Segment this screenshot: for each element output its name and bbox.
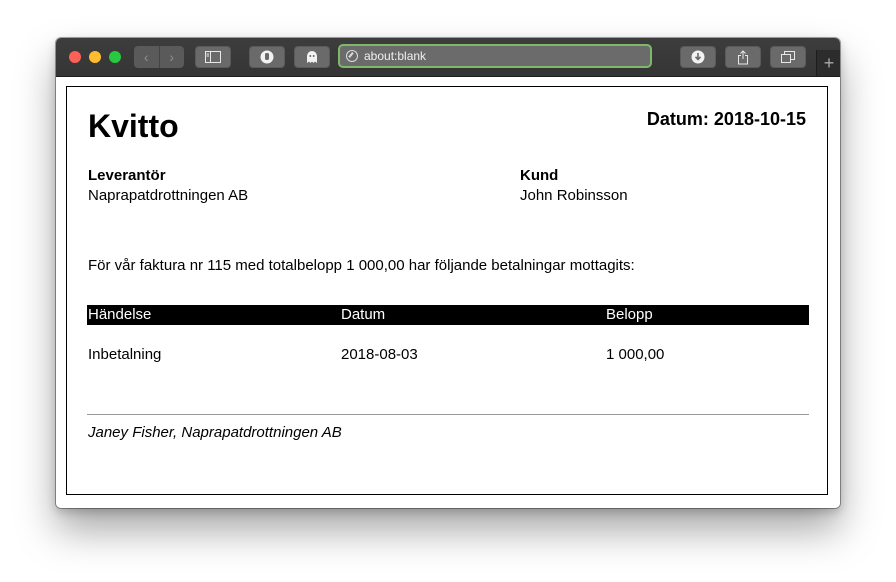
intro-text: För vår faktura nr 115 med totalbelopp 1… (88, 257, 635, 274)
signature-divider (87, 414, 809, 415)
privacy-extension-button[interactable] (249, 46, 285, 68)
ghost-icon (307, 51, 317, 63)
customer-name: John Robinsson (520, 187, 628, 204)
tabs-icon (781, 51, 795, 63)
history-nav: ‹ › (134, 46, 184, 68)
shield-hand-icon (260, 50, 274, 64)
receipt-title: Kvitto (88, 108, 179, 144)
share-icon (738, 49, 748, 64)
cell-amount: 1 000,00 (606, 346, 665, 363)
column-header-date: Datum (341, 306, 386, 323)
back-icon[interactable]: ‹ (134, 46, 160, 68)
compass-icon (346, 50, 358, 62)
receipt-document: Kvitto Datum: 2018-10-15 Leverantör Napr… (66, 86, 828, 495)
zoom-window-button[interactable] (109, 51, 121, 63)
downloads-button[interactable] (680, 46, 716, 68)
signature: Janey Fisher, Naprapatdrottningen AB (88, 424, 342, 441)
column-header-event: Händelse (88, 306, 152, 323)
receipt-date: Datum: 2018-10-15 (646, 109, 806, 129)
customer-label: Kund (520, 167, 559, 184)
forward-icon[interactable]: › (160, 46, 185, 68)
cell-date: 2018-08-03 (341, 346, 418, 363)
browser-window: ‹ › about:blank + Kvitto Datum: 2018-10-… (56, 38, 840, 508)
minimize-window-button[interactable] (89, 51, 101, 63)
download-icon (691, 50, 705, 64)
cell-event: Inbetalning (88, 346, 162, 363)
supplier-name: Naprapatdrottningen AB (88, 187, 249, 204)
page-content: Kvitto Datum: 2018-10-15 Leverantör Napr… (56, 77, 840, 508)
new-tab-button[interactable]: + (816, 50, 840, 76)
column-header-amount: Belopp (606, 306, 653, 323)
sidebar-toggle-button[interactable] (195, 46, 231, 68)
ghostery-extension-button[interactable] (294, 46, 330, 68)
sidebar-icon (205, 51, 221, 63)
close-window-button[interactable] (69, 51, 81, 63)
tab-overview-button[interactable] (770, 46, 806, 68)
address-bar[interactable]: about:blank (338, 44, 652, 68)
table-row: Inbetalning 2018-08-03 1 000,00 (87, 345, 809, 365)
supplier-label: Leverantör (88, 167, 166, 184)
browser-toolbar: ‹ › about:blank + (56, 38, 840, 77)
table-header: Händelse Datum Belopp (87, 305, 809, 325)
url-text[interactable]: about:blank (364, 49, 426, 63)
share-button[interactable] (725, 46, 761, 68)
